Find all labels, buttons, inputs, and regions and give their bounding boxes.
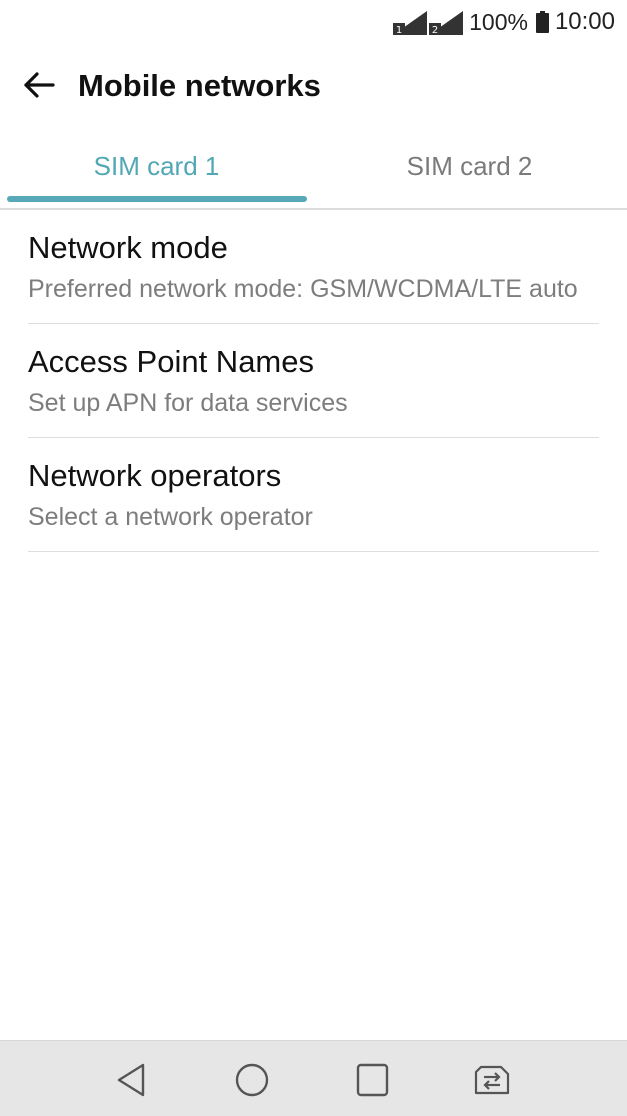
network-operators-item[interactable]: Network operators Select a network opera… <box>0 438 627 552</box>
tab-sim-card-1[interactable]: SIM card 1 <box>0 126 313 206</box>
settings-list: Network mode Preferred network mode: GSM… <box>0 210 627 552</box>
access-point-names-title: Access Point Names <box>28 344 314 379</box>
navigation-bar <box>0 1040 627 1116</box>
sim-switch-icon[interactable] <box>471 1059 513 1101</box>
network-mode-title: Network mode <box>28 230 228 265</box>
sim-tabs: SIM card 1 SIM card 2 <box>0 126 627 210</box>
access-point-names-item[interactable]: Access Point Names Set up APN for data s… <box>0 324 627 438</box>
battery-percent: 100% <box>469 8 528 35</box>
network-operators-subtitle: Select a network operator <box>28 503 313 531</box>
screen: 1 2 100% 10:00 Mobile networks SIM card … <box>0 0 627 1116</box>
nav-home-circle-icon[interactable] <box>231 1059 273 1101</box>
nav-back-triangle-icon[interactable] <box>111 1059 153 1101</box>
page-title: Mobile networks <box>78 68 321 103</box>
network-operators-title: Network operators <box>28 458 282 493</box>
signal-sim1-icon: 1 <box>393 9 428 35</box>
active-tab-indicator <box>7 196 307 202</box>
clock: 10:00 <box>554 8 615 35</box>
status-bar: 1 2 100% 10:00 <box>0 0 627 44</box>
access-point-names-subtitle: Set up APN for data services <box>28 389 348 417</box>
app-bar: Mobile networks <box>0 56 627 116</box>
tab-sim-card-2[interactable]: SIM card 2 <box>313 126 626 206</box>
network-mode-item[interactable]: Network mode Preferred network mode: GSM… <box>0 210 627 324</box>
back-arrow-icon[interactable] <box>22 68 56 102</box>
divider <box>28 551 599 552</box>
sim2-badge: 2 <box>432 25 438 35</box>
network-mode-subtitle: Preferred network mode: GSM/WCDMA/LTE au… <box>28 275 578 303</box>
battery-icon <box>535 11 549 33</box>
sim1-badge: 1 <box>396 25 402 35</box>
signal-sim2-icon: 2 <box>429 9 464 35</box>
nav-recents-square-icon[interactable] <box>351 1059 393 1101</box>
